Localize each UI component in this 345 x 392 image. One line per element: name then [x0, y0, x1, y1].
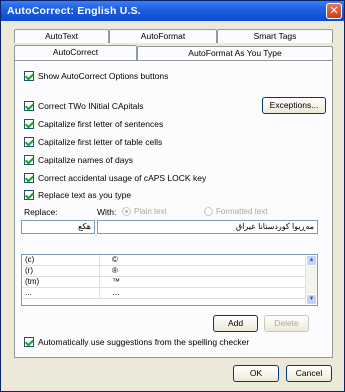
autocorrect-dialog: AutoCorrect: English U.S. ✕ AutoText Aut…: [0, 0, 345, 392]
list-item-from: ...: [25, 288, 100, 299]
title-bar[interactable]: AutoCorrect: English U.S. ✕: [1, 1, 344, 21]
formatted-text-label: Formatted text: [216, 207, 268, 216]
with-input[interactable]: مەڕیوا کوردستانا عیراق: [97, 220, 318, 234]
add-button[interactable]: Add: [213, 315, 258, 332]
tab-autoformat-as-you-type[interactable]: AutoFormat As You Type: [137, 46, 333, 60]
list-item[interactable]: (r) ®: [22, 266, 317, 277]
cap-days-label: Capitalize names of days: [38, 155, 133, 165]
two-initial-caps-label: Correct TWo INitial CApitals: [38, 101, 144, 111]
cap-sentences-checkbox[interactable]: Capitalize first letter of sentences: [24, 118, 163, 130]
checkbox-box[interactable]: [24, 101, 34, 111]
caps-lock-checkbox[interactable]: Correct accidental usage of cAPS LOCK ke…: [24, 172, 206, 184]
checkbox-box[interactable]: [24, 137, 34, 147]
scroll-down-icon[interactable]: ▼: [306, 294, 317, 305]
plain-text-label: Plain text: [134, 207, 167, 216]
auto-suggest-checkbox[interactable]: Automatically use suggestions from the s…: [24, 336, 249, 348]
autocorrect-panel: Show AutoCorrect Options buttons Correct…: [14, 60, 333, 358]
list-item-to: ©: [112, 255, 118, 264]
tab-autotext[interactable]: AutoText: [14, 29, 109, 43]
plain-text-radio[interactable]: [122, 207, 131, 216]
delete-button[interactable]: Delete: [264, 315, 309, 332]
tab-autoformat[interactable]: AutoFormat: [109, 29, 217, 43]
replace-label: Replace:: [24, 207, 58, 217]
checkbox-box[interactable]: [24, 155, 34, 165]
show-options-label: Show AutoCorrect Options buttons: [38, 71, 169, 81]
tab-autocorrect[interactable]: AutoCorrect: [14, 45, 137, 60]
with-label: With:: [97, 207, 117, 217]
replacement-list[interactable]: (c) © (r) ® (tm) ™ ... … ▲ ▼: [21, 254, 318, 306]
exceptions-button[interactable]: Exceptions...: [262, 97, 326, 114]
list-item[interactable]: (c) ©: [22, 255, 317, 266]
list-item-to: ™: [112, 277, 120, 286]
scroll-up-icon[interactable]: ▲: [306, 255, 317, 266]
list-item-from: (tm): [25, 277, 100, 288]
two-initial-caps-checkbox[interactable]: Correct TWo INitial CApitals: [24, 100, 144, 112]
ok-button[interactable]: OK: [233, 365, 279, 382]
list-item[interactable]: (tm) ™: [22, 277, 317, 288]
replace-as-type-checkbox[interactable]: Replace text as you type: [24, 189, 131, 201]
checkbox-box[interactable]: [24, 190, 34, 200]
list-scrollbar[interactable]: ▲ ▼: [305, 255, 317, 305]
cancel-button[interactable]: Cancel: [286, 365, 332, 382]
tab-smart-tags[interactable]: Smart Tags: [217, 29, 333, 43]
checkbox-box[interactable]: [24, 173, 34, 183]
checkbox-box[interactable]: [24, 337, 34, 347]
list-item-to: …: [112, 288, 120, 297]
cap-days-checkbox[interactable]: Capitalize names of days: [24, 154, 133, 166]
replace-as-type-label: Replace text as you type: [38, 190, 132, 200]
checkbox-box[interactable]: [24, 119, 34, 129]
checkbox-box[interactable]: [24, 71, 34, 81]
auto-suggest-label: Automatically use suggestions from the s…: [38, 337, 250, 347]
formatted-text-radio[interactable]: [204, 207, 213, 216]
list-item-from: (r): [25, 266, 100, 277]
cap-table-cells-checkbox[interactable]: Capitalize first letter of table cells: [24, 136, 162, 148]
close-button[interactable]: ✕: [326, 3, 342, 19]
close-icon: ✕: [329, 4, 339, 17]
list-item-from: (c): [25, 255, 100, 266]
caps-lock-label: Correct accidental usage of cAPS LOCK ke…: [38, 173, 207, 183]
cap-sentences-label: Capitalize first letter of sentences: [38, 119, 164, 129]
list-item-to: ®: [112, 266, 118, 275]
show-options-checkbox[interactable]: Show AutoCorrect Options buttons: [24, 70, 168, 82]
cap-table-cells-label: Capitalize first letter of table cells: [38, 137, 163, 147]
replace-input[interactable]: هکع: [21, 220, 95, 234]
dialog-title: AutoCorrect: English U.S.: [7, 5, 141, 17]
list-item[interactable]: ... …: [22, 288, 317, 299]
